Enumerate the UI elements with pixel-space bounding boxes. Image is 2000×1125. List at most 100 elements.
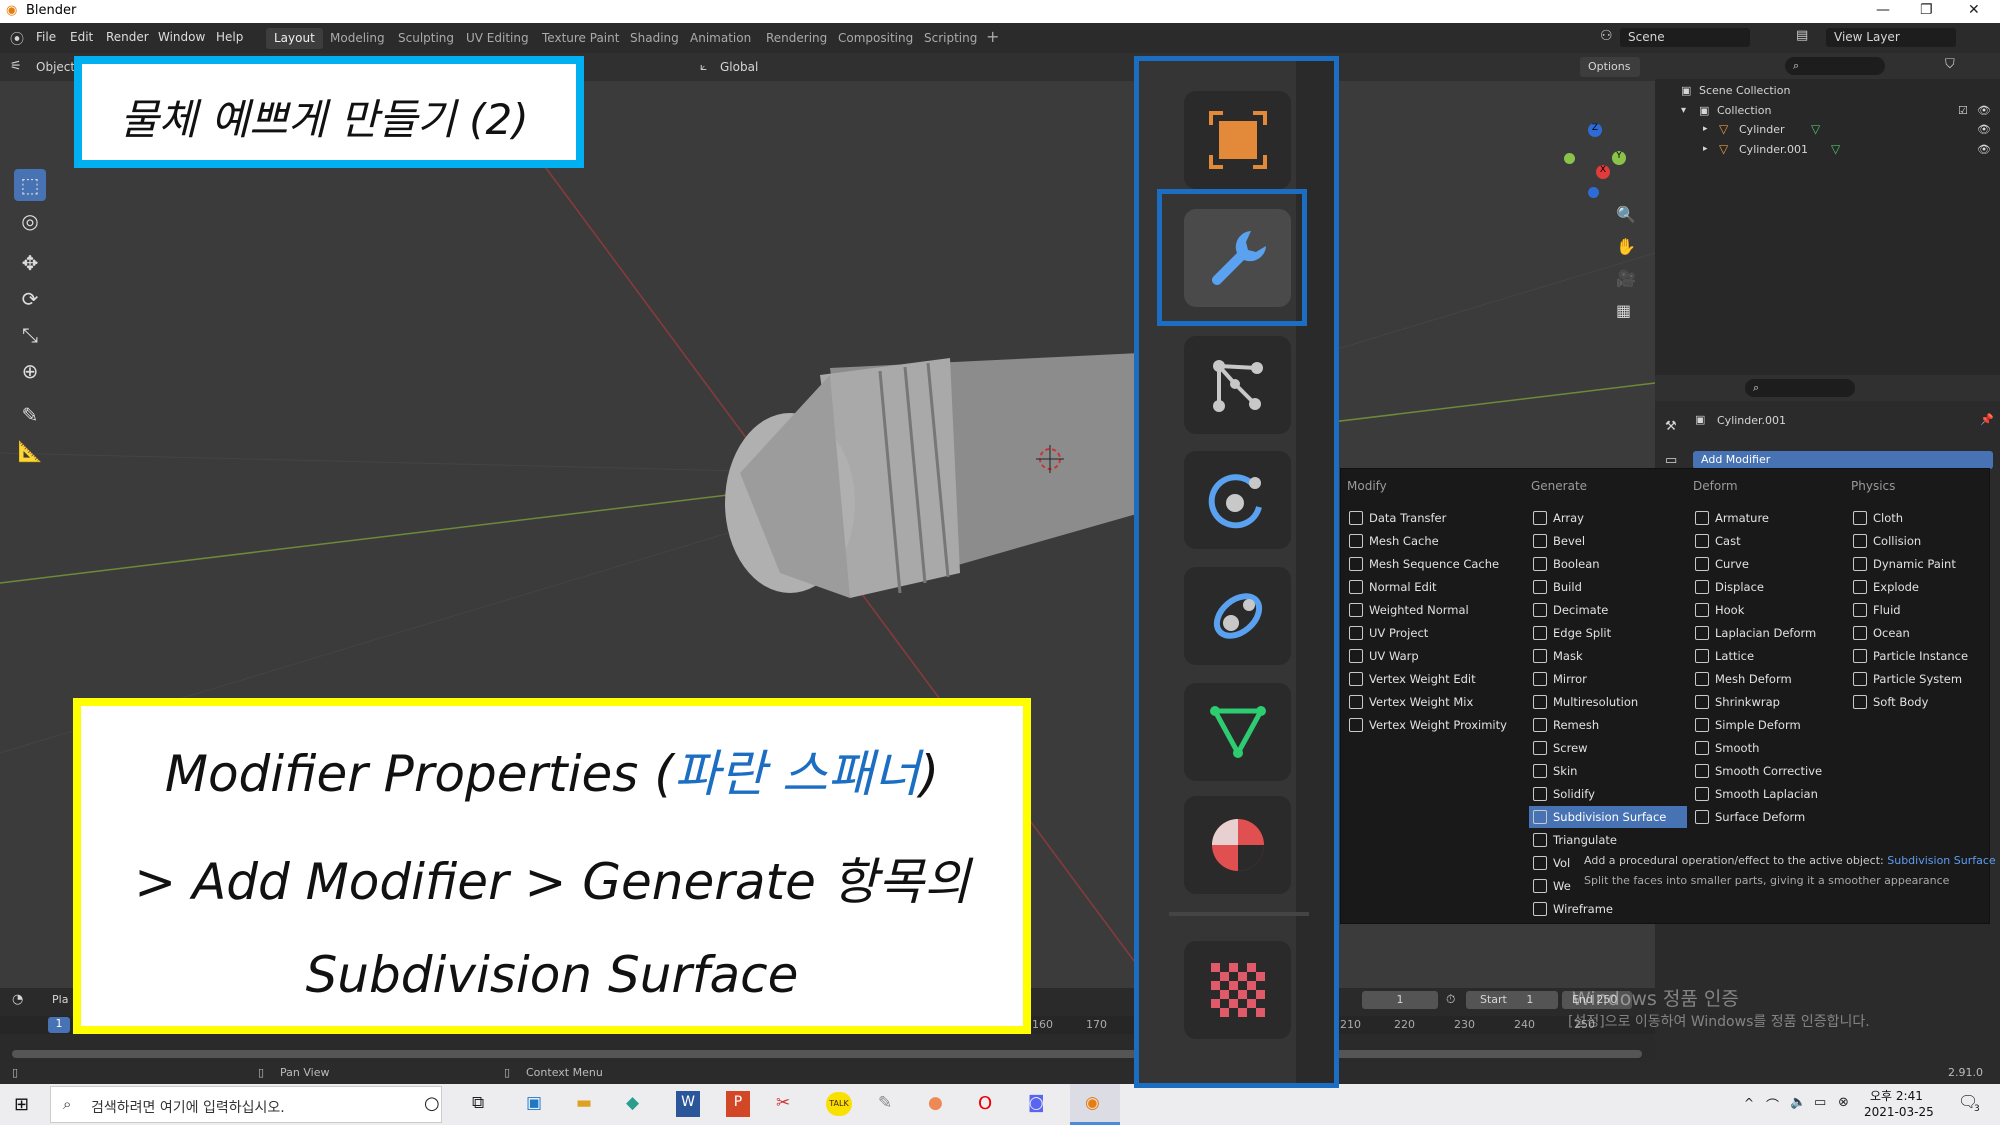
scale-tool-icon[interactable]: ⤡ — [14, 319, 46, 351]
menu-item-bevel[interactable]: Bevel — [1529, 530, 1687, 552]
app-icon-6[interactable]: ✂ — [776, 1093, 790, 1113]
outliner-row-cylinder[interactable]: ▸ ▽ Cylinder ▽ 👁 — [1655, 120, 2000, 140]
expand-collection-icon[interactable]: ▾ — [1681, 105, 1686, 116]
kakaotalk-icon[interactable]: TALK — [826, 1092, 852, 1116]
filter-icon[interactable]: ⛉ — [1945, 57, 1955, 72]
axis-x-icon[interactable]: X — [1596, 165, 1610, 179]
menu-item-edge-split[interactable]: Edge Split — [1529, 622, 1687, 644]
add-workspace-icon[interactable]: + — [986, 27, 999, 46]
clock-date[interactable]: 2021-03-25 — [1864, 1105, 1934, 1119]
axis-neg-z-icon[interactable] — [1588, 187, 1599, 198]
scene-icon[interactable]: ⚇ — [1600, 28, 1618, 46]
object-tab-enlarged[interactable] — [1184, 91, 1291, 189]
navigation-gizmo[interactable]: Z Y X — [1560, 123, 1630, 203]
taskbar-search-box[interactable]: ⌕ 검색하려면 여기에 입력하십시오. — [50, 1086, 442, 1123]
menu-item-mesh-cache[interactable]: Mesh Cache — [1345, 530, 1523, 552]
menu-item-surface-deform[interactable]: Surface Deform — [1691, 806, 1845, 828]
blender-taskbar-button[interactable]: ◉ — [1070, 1084, 1120, 1125]
move-tool-icon[interactable]: ✥ — [14, 247, 46, 279]
zoom-icon[interactable]: 🔍 — [1616, 205, 1636, 224]
minimize-icon[interactable]: — — [1876, 2, 1890, 18]
menu-item-mesh-sequence-cache[interactable]: Mesh Sequence Cache — [1345, 553, 1523, 575]
pan-hand-icon[interactable]: ✋ — [1616, 237, 1636, 256]
menu-item-remesh[interactable]: Remesh — [1529, 714, 1687, 736]
menu-edit[interactable]: Edit — [70, 30, 93, 44]
visibility-eye-icon[interactable]: 👁 — [1977, 143, 1991, 156]
playback-menu[interactable]: Pla — [52, 993, 68, 1006]
add-modifier-button[interactable]: Add Modifier — [1693, 451, 1993, 469]
network-icon[interactable]: ▭ — [1814, 1095, 1826, 1110]
app-icon-1[interactable]: ▣ — [526, 1093, 542, 1113]
close-icon[interactable]: ✕ — [1968, 2, 1980, 18]
tab-layout[interactable]: Layout — [266, 28, 323, 49]
collection-checkbox[interactable]: ☑ — [1958, 104, 1968, 117]
menu-item-shrinkwrap[interactable]: Shrinkwrap — [1691, 691, 1845, 713]
cursor-tool-icon[interactable]: ◎ — [14, 205, 46, 237]
menu-item-ocean[interactable]: Ocean — [1849, 622, 1985, 644]
menu-item-uv-warp[interactable]: UV Warp — [1345, 645, 1523, 667]
menu-item-build[interactable]: Build — [1529, 576, 1687, 598]
menu-item-particle-instance[interactable]: Particle Instance — [1849, 645, 1985, 667]
menu-item-vertex-weight-mix[interactable]: Vertex Weight Mix — [1345, 691, 1523, 713]
file-explorer-icon[interactable]: ▬ — [576, 1093, 592, 1113]
menu-item-fluid[interactable]: Fluid — [1849, 599, 1985, 621]
measure-tool-icon[interactable]: 📐 — [14, 435, 46, 467]
rotate-tool-icon[interactable]: ⟳ — [14, 283, 46, 315]
task-view-icon[interactable]: ⧉ — [472, 1093, 484, 1113]
volume-icon[interactable]: 🔈 — [1790, 1095, 1806, 1110]
outliner-search-icon[interactable]: ⌕ — [1785, 57, 1885, 75]
menu-item-simple-deform[interactable]: Simple Deform — [1691, 714, 1845, 736]
menu-item-smooth-laplacian[interactable]: Smooth Laplacian — [1691, 783, 1845, 805]
pin-icon[interactable]: 📌 — [1980, 413, 1994, 426]
menu-item-hook[interactable]: Hook — [1691, 599, 1845, 621]
menu-item-smooth[interactable]: Smooth — [1691, 737, 1845, 759]
outliner-collection[interactable]: Collection — [1717, 104, 1771, 117]
outliner-scene-collection[interactable]: Scene Collection — [1699, 84, 1790, 97]
data-tab-enlarged[interactable] — [1184, 683, 1291, 781]
menu-item-solidify[interactable]: Solidify — [1529, 783, 1687, 805]
blender-menu-icon[interactable]: ⦿ — [10, 29, 24, 49]
cortana-icon[interactable]: ○ — [424, 1093, 440, 1114]
app-icon-3[interactable]: ◆ — [626, 1093, 639, 1113]
menu-item-soft-body[interactable]: Soft Body — [1849, 691, 1985, 713]
current-frame-indicator[interactable]: 1 — [48, 1017, 70, 1033]
ortho-grid-icon[interactable]: ▦ — [1616, 301, 1631, 320]
expand-icon[interactable]: ▸ — [1703, 144, 1708, 154]
tab-modeling[interactable]: Modeling — [322, 28, 393, 49]
tab-rendering[interactable]: Rendering — [758, 28, 835, 49]
timeline-editor-icon[interactable]: ◔ — [12, 992, 23, 1007]
camera-view-icon[interactable]: 🎥 — [1616, 269, 1636, 288]
start-frame-field[interactable]: Start 1 — [1466, 991, 1558, 1009]
menu-item-boolean[interactable]: Boolean — [1529, 553, 1687, 575]
timeline-scrollbar[interactable] — [12, 1050, 1642, 1058]
menu-item-data-transfer[interactable]: Data Transfer — [1345, 507, 1523, 529]
menu-render[interactable]: Render — [106, 30, 149, 44]
menu-help[interactable]: Help — [216, 30, 243, 44]
menu-item-collision[interactable]: Collision — [1849, 530, 1985, 552]
outliner-row-cylinder-001[interactable]: ▸ ▽ Cylinder.001 ▽ 👁 — [1655, 140, 2000, 160]
visibility-eye-icon[interactable]: 👁 — [1977, 104, 1991, 117]
clock-time[interactable]: 오후 2:41 — [1870, 1087, 1923, 1104]
tool-tab-icon[interactable]: ⚒ — [1665, 419, 1677, 434]
menu-window[interactable]: Window — [158, 30, 205, 44]
menu-item-multiresolution[interactable]: Multiresolution — [1529, 691, 1687, 713]
tab-sculpting[interactable]: Sculpting — [390, 28, 462, 49]
tab-animation[interactable]: Animation — [682, 28, 759, 49]
menu-item-cast[interactable]: Cast — [1691, 530, 1845, 552]
word-icon[interactable]: W — [676, 1091, 700, 1117]
current-frame-field[interactable]: 1 — [1362, 991, 1438, 1009]
menu-item-uv-project[interactable]: UV Project — [1345, 622, 1523, 644]
menu-item-weighted-normal[interactable]: Weighted Normal — [1345, 599, 1523, 621]
material-tab-enlarged[interactable] — [1184, 796, 1291, 894]
menu-item-armature[interactable]: Armature — [1691, 507, 1845, 529]
menu-item-dynamic-paint[interactable]: Dynamic Paint — [1849, 553, 1985, 575]
menu-item-wireframe[interactable]: Wireframe — [1529, 898, 1687, 920]
tab-shading[interactable]: Shading — [622, 28, 687, 49]
tray-icon-4[interactable]: ⊗ — [1838, 1095, 1849, 1110]
menu-item-screw[interactable]: Screw — [1529, 737, 1687, 759]
annotate-tool-icon[interactable]: ✎ — [14, 399, 46, 431]
paint-icon[interactable]: ✎ — [878, 1093, 892, 1113]
menu-item-displace[interactable]: Displace — [1691, 576, 1845, 598]
visibility-eye-icon[interactable]: 👁 — [1977, 123, 1991, 136]
menu-item-vertex-weight-edit[interactable]: Vertex Weight Edit — [1345, 668, 1523, 690]
